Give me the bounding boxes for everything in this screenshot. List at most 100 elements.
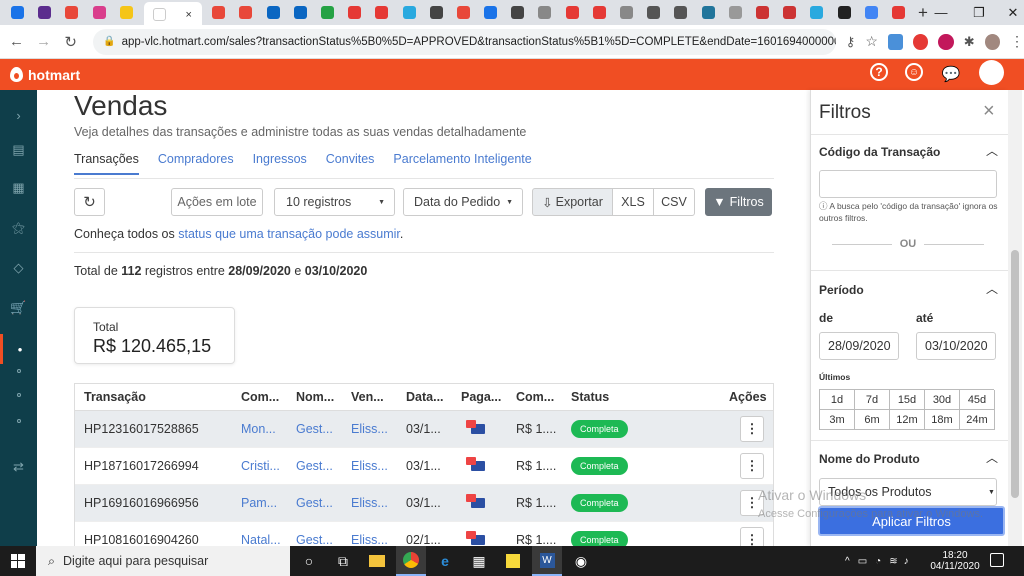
browser-tab[interactable]	[62, 3, 82, 23]
quick-range-button[interactable]: 1d	[820, 390, 855, 410]
obs-icon[interactable]: ◉	[566, 546, 596, 576]
cell-seller[interactable]: Eliss...	[351, 448, 388, 484]
row-actions-button[interactable]: ⋮	[740, 453, 764, 479]
start-date-input[interactable]: 28/09/2020	[819, 332, 899, 360]
sales-subitem[interactable]	[17, 369, 21, 373]
date-field-select[interactable]: Data do Pedido ▼	[403, 188, 523, 216]
cell-product[interactable]: Gest...	[296, 411, 333, 447]
browser-tab[interactable]	[290, 3, 310, 23]
transaction-code-input[interactable]	[819, 170, 997, 198]
close-window-button[interactable]: ✕	[990, 0, 1024, 25]
affiliates-icon[interactable]: ⚝	[0, 213, 37, 243]
sales-cart-icon[interactable]: 🛒	[0, 293, 37, 323]
volume-icon[interactable]: ♪	[904, 556, 909, 567]
quick-range-button[interactable]: 18m	[925, 410, 960, 430]
back-icon[interactable]: ←	[6, 33, 27, 50]
cell-product[interactable]: Gest...	[296, 448, 333, 484]
dashboard-icon[interactable]: ▤	[0, 135, 37, 165]
filters-button[interactable]: ▼ Filtros	[705, 188, 772, 216]
extension-icon[interactable]	[887, 33, 904, 50]
extension-icon[interactable]	[913, 33, 929, 50]
quick-range-button[interactable]: 30d	[925, 390, 960, 410]
tab-convites[interactable]: Convites	[326, 152, 375, 175]
browser-tab[interactable]	[698, 3, 718, 23]
browser-tab[interactable]	[834, 3, 854, 23]
browser-tab[interactable]	[372, 3, 392, 23]
quick-range-button[interactable]: 24m	[960, 410, 995, 430]
end-date-input[interactable]: 03/10/2020	[916, 332, 996, 360]
browser-tab[interactable]	[35, 3, 55, 23]
calculator-icon[interactable]: ▦	[464, 546, 494, 576]
export-button[interactable]: ⇩ Exportar	[532, 188, 613, 216]
col-transacao[interactable]: Transação	[84, 384, 146, 410]
close-icon[interactable]: ×	[983, 100, 995, 123]
browser-tab[interactable]	[644, 3, 664, 23]
sales-subitem[interactable]	[17, 393, 21, 397]
tab-parcelamento[interactable]: Parcelamento Inteligente	[393, 152, 531, 175]
chevron-up-icon[interactable]: ︿	[986, 280, 998, 297]
reload-icon[interactable]: ↻	[60, 33, 81, 51]
taskbar-search[interactable]: ⌕ Digite aqui para pesquisar	[36, 546, 290, 576]
expand-icon[interactable]: ›	[0, 100, 37, 130]
star-icon[interactable]: ☆	[865, 33, 878, 50]
puzzle-icon[interactable]: ✱	[964, 34, 975, 50]
panel-scrollbar[interactable]	[1008, 90, 1022, 546]
xls-button[interactable]: XLS	[612, 188, 654, 216]
chrome-icon[interactable]	[396, 546, 426, 576]
sales-subitem-active[interactable]: •	[0, 334, 37, 364]
help-icon[interactable]: ?	[870, 63, 888, 81]
row-actions-button[interactable]: ⋮	[740, 416, 764, 442]
hotmart-logo[interactable]: hotmart	[10, 67, 80, 83]
col-vendedor[interactable]: Ven...	[351, 384, 384, 410]
products-icon[interactable]: ◇	[0, 253, 37, 283]
browser-tab[interactable]	[589, 3, 609, 23]
browser-tab[interactable]	[508, 3, 528, 23]
page-size-select[interactable]: 10 registros ▼	[274, 188, 395, 216]
browser-tab[interactable]	[671, 3, 691, 23]
profile-avatar[interactable]	[984, 33, 1000, 50]
cell-product[interactable]: Gest...	[296, 485, 333, 521]
quick-range-button[interactable]: 6m	[855, 410, 890, 430]
chevron-up-icon[interactable]: ︿	[986, 142, 998, 159]
tab-transacoes[interactable]: Transações	[74, 152, 139, 175]
browser-tab[interactable]	[236, 3, 256, 23]
browser-tab[interactable]	[617, 3, 637, 23]
apps-icon[interactable]: ▦	[0, 173, 37, 203]
batch-actions-button[interactable]: Ações em lote	[171, 188, 263, 216]
browser-tab-active[interactable]: ×	[143, 2, 202, 27]
tab-ingressos[interactable]: Ingressos	[253, 152, 307, 175]
cell-product[interactable]: Gest...	[296, 522, 333, 546]
cell-buyer[interactable]: Cristi...	[241, 448, 280, 484]
col-nome-produto[interactable]: Nom...	[296, 384, 334, 410]
browser-tab[interactable]	[725, 3, 745, 23]
col-comprador[interactable]: Com...	[241, 384, 279, 410]
task-view-icon[interactable]: ⧉	[328, 546, 358, 576]
notification-icon[interactable]	[990, 553, 1004, 567]
col-status[interactable]: Status	[571, 384, 609, 410]
quick-range-button[interactable]: 7d	[855, 390, 890, 410]
browser-tab[interactable]	[888, 3, 908, 23]
extension-icon[interactable]	[938, 33, 954, 50]
system-clock[interactable]: 18:20 04/11/2020	[930, 550, 980, 572]
chevron-up-icon[interactable]: ^	[845, 556, 850, 567]
row-actions-button[interactable]: ⋮	[740, 527, 764, 546]
cell-seller[interactable]: Eliss...	[351, 485, 388, 521]
edge-icon[interactable]: e	[430, 546, 460, 576]
cell-seller[interactable]: Eliss...	[351, 411, 388, 447]
cell-seller[interactable]: Eliss...	[351, 522, 388, 546]
browser-tab[interactable]	[209, 3, 229, 23]
browser-tab[interactable]	[399, 3, 419, 23]
battery-icon[interactable]: ▭	[858, 556, 867, 567]
support-icon[interactable]: ☺	[905, 63, 923, 81]
key-icon[interactable]: ⚷	[846, 34, 856, 50]
quick-range-button[interactable]: 15d	[890, 390, 925, 410]
word-icon[interactable]: W	[532, 546, 562, 576]
menu-icon[interactable]: ⋮	[1010, 33, 1024, 50]
browser-tab[interactable]	[426, 3, 446, 23]
browser-tab[interactable]	[807, 3, 827, 23]
browser-tab[interactable]	[780, 3, 800, 23]
quick-range-button[interactable]: 3m	[820, 410, 855, 430]
col-comissao[interactable]: Com...	[516, 384, 554, 410]
browser-tab[interactable]	[89, 3, 109, 23]
browser-tab[interactable]	[861, 3, 881, 23]
